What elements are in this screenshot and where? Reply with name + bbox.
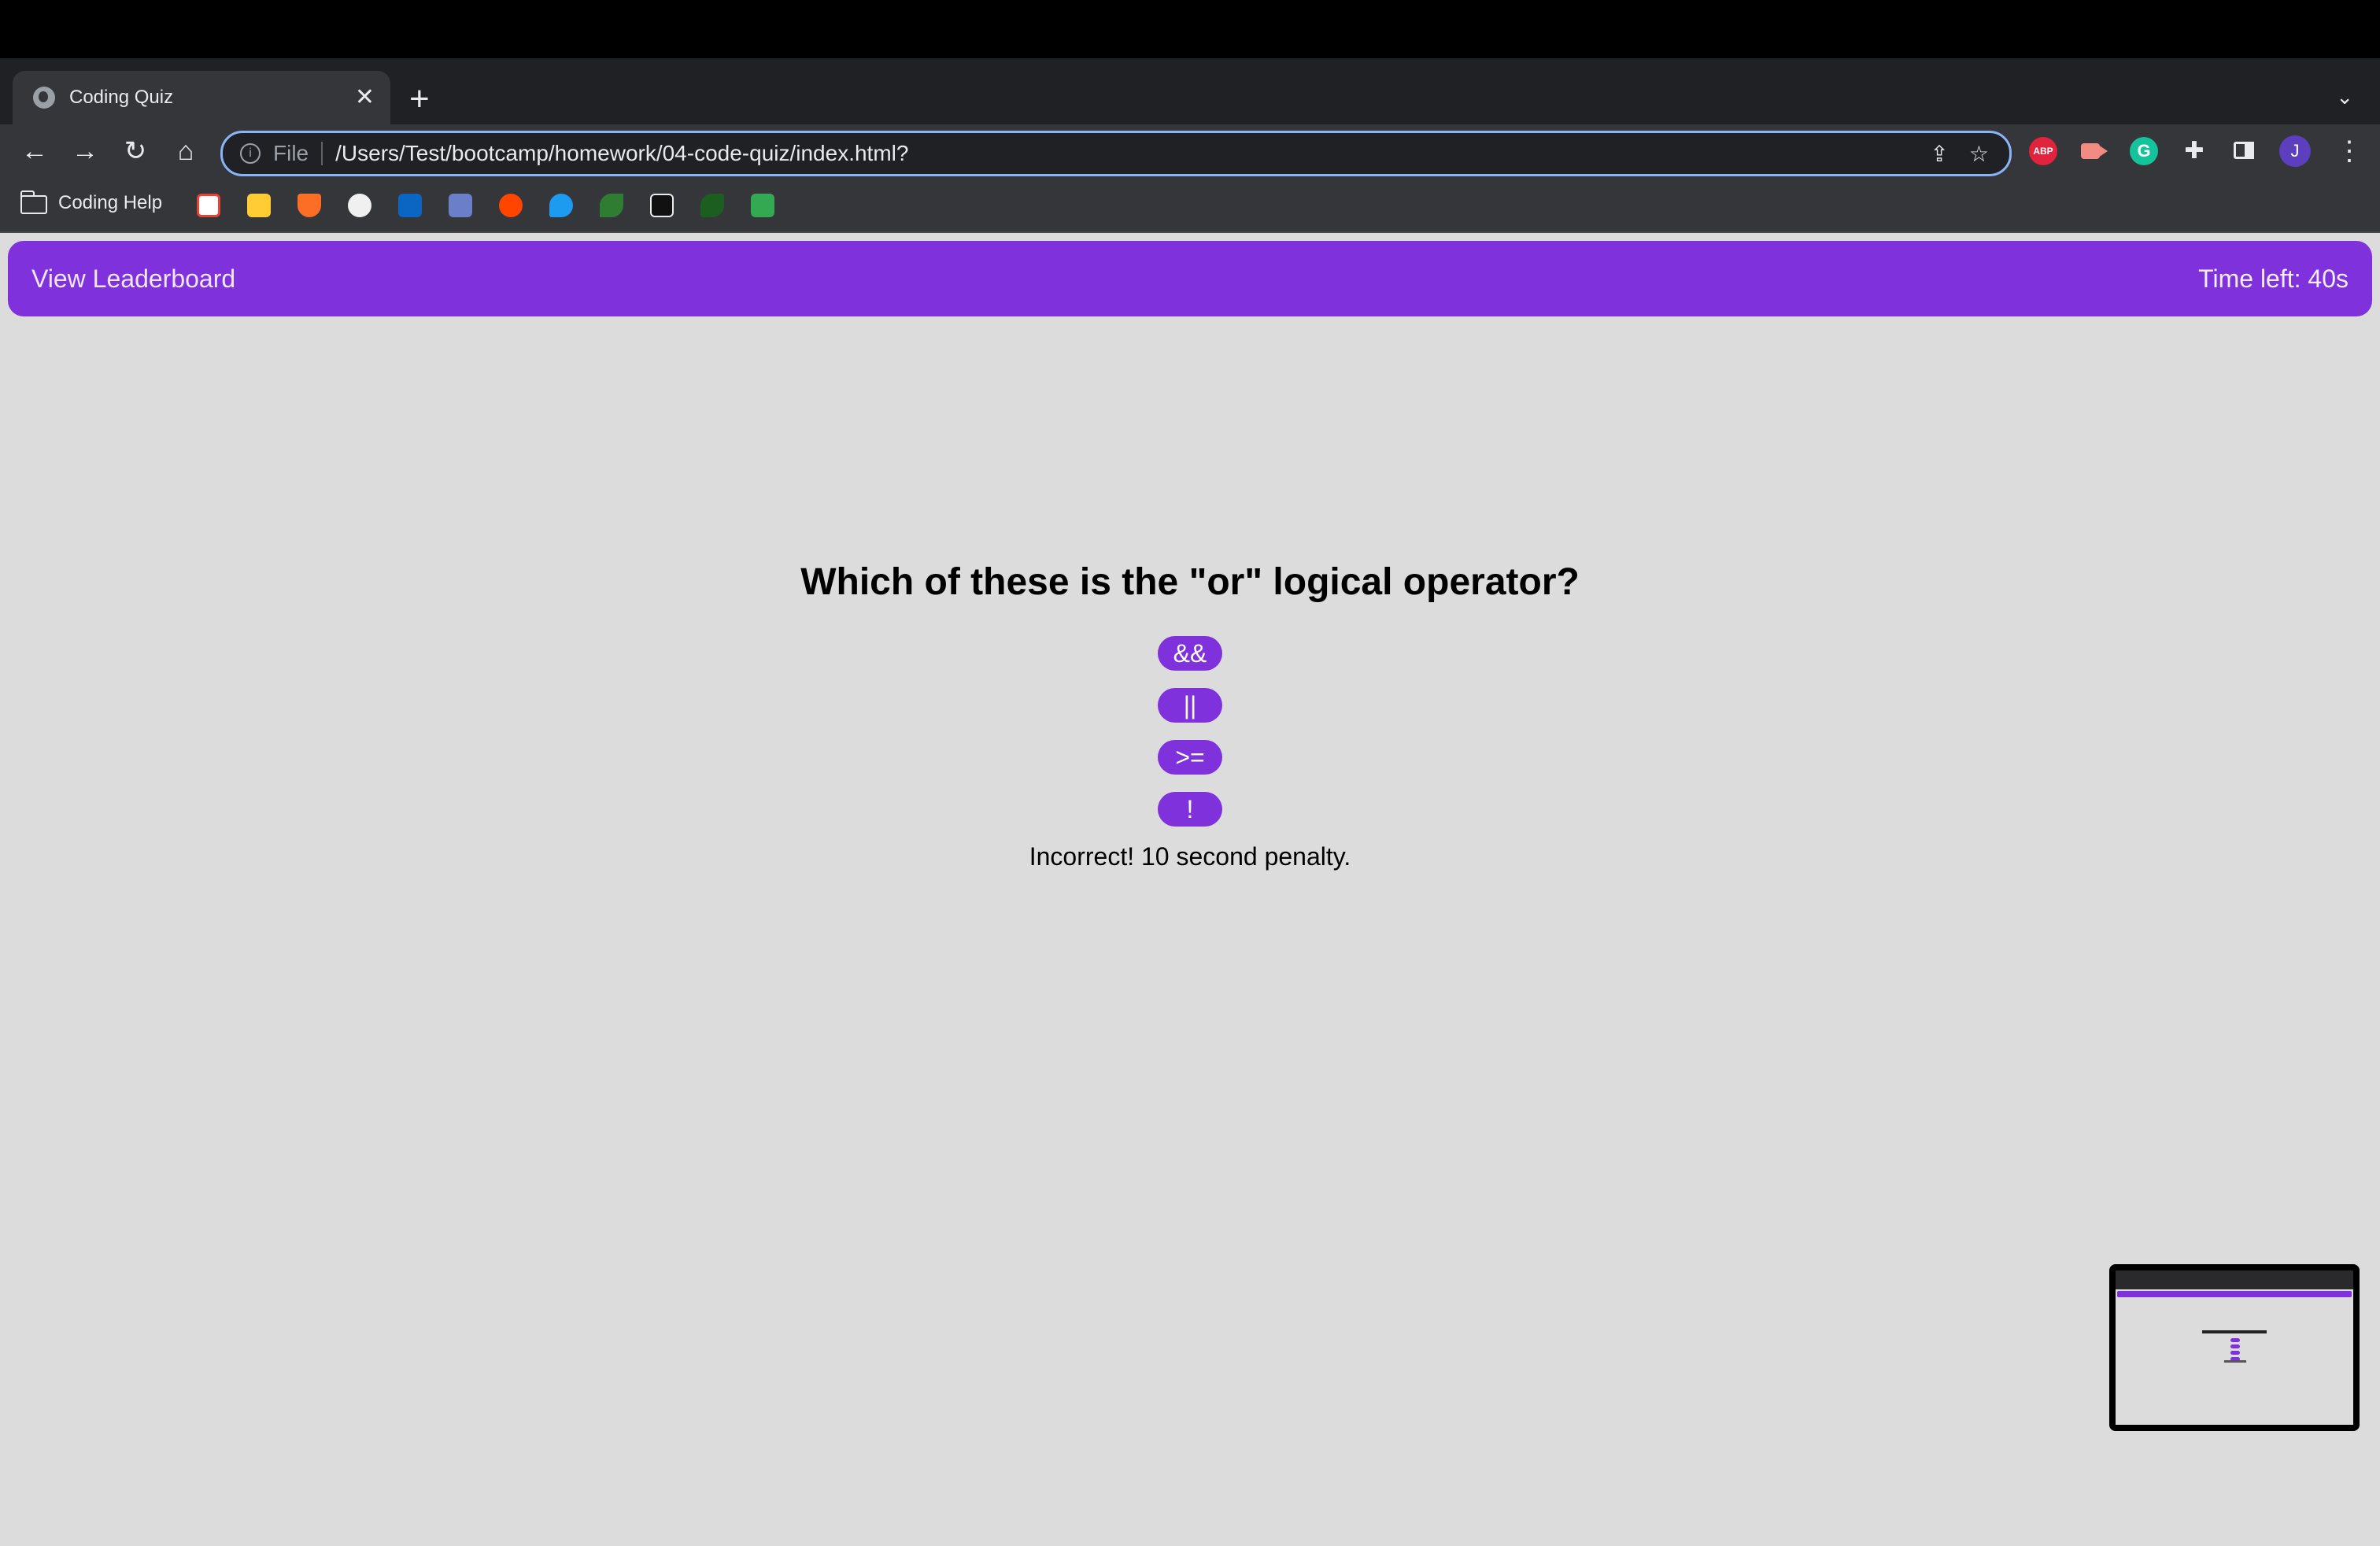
tab-search-chevron-icon[interactable]: ⌄ xyxy=(2336,85,2353,109)
leaf-icon[interactable] xyxy=(600,194,623,217)
gmail-icon[interactable] xyxy=(197,194,220,217)
extensions-puzzle-icon[interactable]: ✚ xyxy=(2180,137,2208,165)
umn-icon[interactable] xyxy=(247,194,271,217)
thumbnail-chrome xyxy=(2116,1270,2353,1289)
thumbnail-answer xyxy=(2230,1344,2240,1348)
close-tab-icon[interactable]: ✕ xyxy=(355,86,375,109)
forward-icon[interactable]: → xyxy=(66,132,104,170)
sheets-icon[interactable] xyxy=(751,194,774,217)
browser-tab[interactable]: Coding Quiz ✕ xyxy=(13,71,390,124)
thumbnail-answer xyxy=(2230,1351,2240,1355)
linkedin-icon[interactable] xyxy=(398,194,422,217)
folder-icon[interactable] xyxy=(20,190,47,214)
system-top-strip xyxy=(0,0,2380,58)
profile-avatar[interactable]: J xyxy=(2279,135,2311,167)
view-leaderboard-link[interactable]: View Leaderboard xyxy=(31,264,235,294)
info-icon[interactable]: i xyxy=(240,143,261,164)
tab-bar: Coding Quiz ✕ + ⌄ xyxy=(0,58,2380,124)
more-menu-icon[interactable]: ⋮ xyxy=(2336,132,2363,170)
thumbnail-preview xyxy=(2116,1270,2353,1425)
bookmark-folder-coding-help[interactable]: Coding Help xyxy=(58,192,162,214)
share-icon[interactable]: ⇪ xyxy=(1930,141,1948,167)
a-icon[interactable] xyxy=(650,194,674,217)
whale-icon[interactable] xyxy=(700,194,724,217)
browser-toolbar: ← → ↻ ⌂ i File /Users/Test/bootcamp/home… xyxy=(0,124,2380,179)
page-viewport: View Leaderboard Time left: 40s Which of… xyxy=(0,233,2380,1546)
quiz-header: View Leaderboard Time left: 40s xyxy=(8,241,2372,316)
gitlab-icon[interactable] xyxy=(298,194,321,217)
address-separator xyxy=(321,142,323,165)
answer-button[interactable]: ! xyxy=(1158,792,1222,827)
scheme-label: File xyxy=(273,141,309,165)
url-text[interactable]: /Users/Test/bootcamp/homework/04-code-qu… xyxy=(335,141,1930,166)
answer-button[interactable]: || xyxy=(1158,688,1222,723)
reddit-icon[interactable] xyxy=(499,194,523,217)
screenshot-thumbnail[interactable] xyxy=(2109,1264,2360,1431)
thumbnail-answer xyxy=(2230,1338,2240,1342)
address-bar[interactable]: i File /Users/Test/bootcamp/homework/04-… xyxy=(220,131,2012,176)
new-tab-icon[interactable]: + xyxy=(409,82,430,117)
back-icon[interactable]: ← xyxy=(16,132,54,170)
time-left-text: Time left: 40s xyxy=(2198,264,2349,293)
adblock-icon[interactable]: ABP xyxy=(2029,137,2057,165)
question-title: Which of these is the "or" logical opera… xyxy=(800,561,1580,603)
twitter-icon[interactable] xyxy=(549,194,573,217)
feedback-message: Incorrect! 10 second penalty. xyxy=(1029,842,1351,871)
thumbnail-question xyxy=(2202,1330,2267,1333)
side-panel-icon[interactable] xyxy=(2230,137,2259,165)
tab-title: Coding Quiz xyxy=(69,87,174,108)
answer-list: && || >= ! xyxy=(0,636,2380,844)
answer-button[interactable]: && xyxy=(1158,636,1222,671)
github-icon[interactable] xyxy=(348,194,371,217)
bookmark-star-icon[interactable]: ☆ xyxy=(1969,141,1989,167)
reload-icon[interactable]: ↻ xyxy=(116,132,154,170)
bookmark-site-icon[interactable] xyxy=(449,194,472,217)
globe-icon xyxy=(33,87,55,109)
thumbnail-feedback xyxy=(2224,1360,2246,1363)
answer-button[interactable]: >= xyxy=(1158,740,1222,775)
screen-recorder-icon[interactable] xyxy=(2079,137,2108,165)
thumbnail-header xyxy=(2117,1291,2352,1297)
home-icon[interactable]: ⌂ xyxy=(167,132,205,170)
bookmarks-bar: Coding Help xyxy=(0,179,2380,233)
grammarly-icon[interactable]: G xyxy=(2130,137,2158,165)
